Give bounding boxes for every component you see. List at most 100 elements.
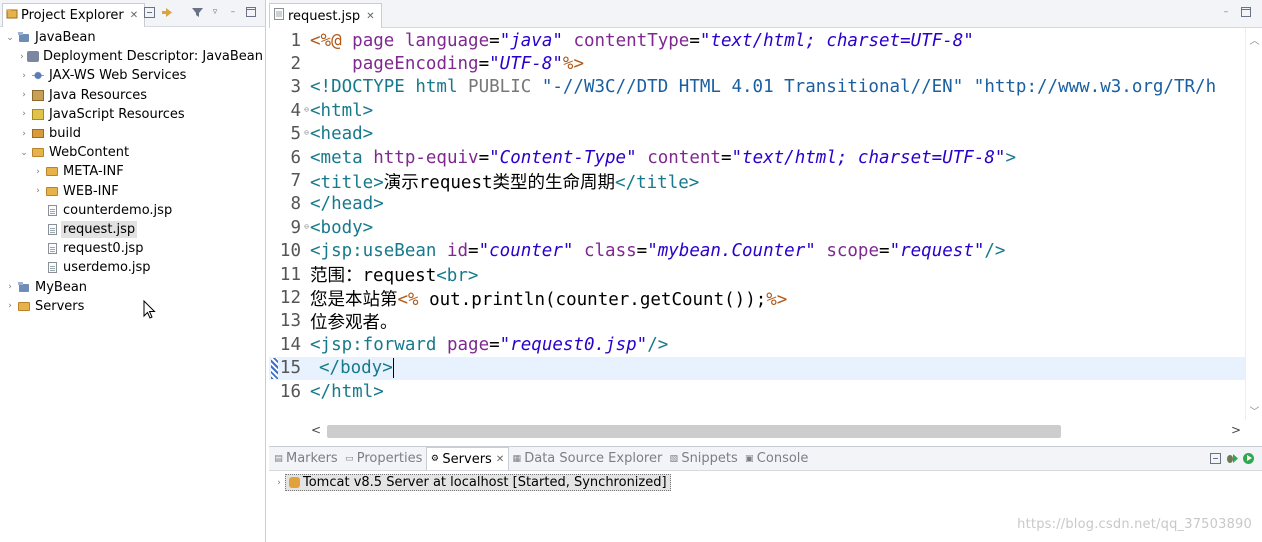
vertical-scrollbar[interactable]: ︿ ﹀ <box>1245 28 1262 420</box>
code-line[interactable]: 1 <%@ page language="java" contentType="t… <box>269 29 1245 52</box>
code-line[interactable]: 7 <title>演示request类型的生命周期</title> <box>269 169 1245 193</box>
code-token: = <box>478 54 490 75</box>
code-token: 位参观者。 <box>310 313 398 333</box>
tab-snippets[interactable]: ▧ Snippets <box>666 447 741 470</box>
close-icon[interactable]: ✕ <box>130 10 138 21</box>
tab-properties[interactable]: ▭ Properties <box>342 447 427 470</box>
tomcat-icon <box>289 477 300 488</box>
expand-icon[interactable]: › <box>18 129 30 139</box>
debug-server-icon[interactable] <box>1226 452 1238 464</box>
tree-item[interactable]: ⌄ WebContent <box>0 143 265 162</box>
start-server-icon[interactable] <box>1243 452 1254 464</box>
code-line[interactable]: 6 <meta http-equiv="Content-Type" content… <box>269 146 1245 169</box>
minimize-icon[interactable]: – <box>1220 6 1232 18</box>
build-folder-icon <box>31 128 45 140</box>
maximize-icon[interactable] <box>1240 6 1252 18</box>
server-entry[interactable]: › Tomcat v8.5 Server at localhost [Start… <box>273 473 671 492</box>
tree-item[interactable]: request.jsp <box>0 220 265 239</box>
expand-icon[interactable]: › <box>4 301 16 311</box>
line-number: 4 ⊖ <box>290 100 309 121</box>
scroll-down-icon[interactable]: ﹀ <box>1246 403 1262 418</box>
expand-icon[interactable]: › <box>32 167 44 177</box>
maximize-icon[interactable] <box>245 6 257 18</box>
expand-icon[interactable]: › <box>18 109 30 119</box>
explorer-toolbar: ▿ – <box>143 6 257 18</box>
tree-item[interactable]: counterdemo.jsp <box>0 201 265 220</box>
watermark: https://blog.csdn.net/qq_37503890 <box>1017 517 1252 532</box>
expand-icon[interactable]: › <box>32 186 44 196</box>
code-token: %> <box>562 54 584 75</box>
view-menu-icon[interactable]: ▿ <box>209 6 221 18</box>
horizontal-scrollbar[interactable]: < > <box>307 421 1245 441</box>
tree-item[interactable]: › META-INF <box>0 162 265 181</box>
tree-item[interactable]: ⌄ JavaBean <box>0 28 265 47</box>
fold-icon[interactable]: ⊖ <box>304 105 309 114</box>
tree-item[interactable]: userdemo.jsp <box>0 258 265 277</box>
tree-item[interactable]: request0.jsp <box>0 239 265 258</box>
tree-item[interactable]: › Servers <box>0 297 265 316</box>
code-line[interactable]: 4 ⊖ <html> <box>269 99 1245 122</box>
code-line[interactable]: 5 ⊖ <head> <box>269 123 1245 146</box>
close-icon[interactable]: ✕ <box>496 454 504 465</box>
code-token: </head> <box>310 194 384 215</box>
expand-icon[interactable]: › <box>18 52 26 62</box>
code-token: "text/html; charset=UTF-8" <box>699 30 974 51</box>
fold-icon[interactable]: ⊖ <box>304 222 309 231</box>
code-line[interactable]: 14 <jsp:forward page="request0.jsp"/> <box>269 333 1245 356</box>
collapse-icon[interactable]: ⌄ <box>18 148 30 158</box>
expand-icon[interactable]: › <box>273 478 285 488</box>
tree-item[interactable]: › Java Resources <box>0 86 265 105</box>
web-services-icon <box>31 70 45 82</box>
scroll-left-icon[interactable]: < <box>311 423 321 437</box>
tree-item[interactable]: › Deployment Descriptor: JavaBean <box>0 47 265 66</box>
scrollbar-thumb[interactable] <box>327 425 1061 438</box>
code-token: = <box>689 30 700 51</box>
tree-item[interactable]: › WEB-INF <box>0 182 265 201</box>
code-text: 范围：request<br> <box>303 262 478 287</box>
code-line[interactable]: 10 <jsp:useBean id="counter" class="mybea… <box>269 240 1245 263</box>
markers-icon: ▤ <box>274 453 283 464</box>
collapse-all-icon[interactable] <box>1209 452 1221 464</box>
tree-item[interactable]: › build <box>0 124 265 143</box>
code-token: "counter" <box>478 241 574 262</box>
code-line[interactable]: 13 位参观者。 <box>269 310 1245 333</box>
expand-icon[interactable]: › <box>18 90 30 100</box>
tab-markers[interactable]: ▤ Markers <box>271 447 342 470</box>
code-token: "mybean.Counter" <box>647 241 816 262</box>
code-line[interactable]: 16 </html> <box>269 380 1245 403</box>
code-line[interactable]: 3 <!DOCTYPE html PUBLIC "-//W3C//DTD HTML… <box>269 76 1245 99</box>
code-text: <jsp:forward page="request0.jsp"/> <box>303 335 668 355</box>
scroll-right-icon[interactable]: > <box>1231 423 1241 437</box>
tab-project-explorer[interactable]: Project Explorer ✕ <box>2 3 146 27</box>
close-icon[interactable]: ✕ <box>366 11 374 22</box>
collapse-icon[interactable]: ⌄ <box>4 33 16 43</box>
code-editor[interactable]: 1 <%@ page language="java" contentType="t… <box>269 28 1245 420</box>
minimize-icon[interactable]: – <box>227 6 239 18</box>
code-token: <title> <box>310 172 384 193</box>
collapse-all-icon[interactable] <box>143 6 155 18</box>
tab-request-jsp[interactable]: request.jsp ✕ <box>269 3 382 28</box>
code-line[interactable]: 8 </head> <box>269 193 1245 216</box>
link-with-editor-icon[interactable] <box>161 6 173 18</box>
tree-item[interactable]: › MyBean <box>0 277 265 296</box>
tab-servers[interactable]: ⚙ Servers ✕ <box>426 447 510 470</box>
tree-item[interactable]: › JAX-WS Web Services <box>0 66 265 85</box>
expand-icon[interactable]: › <box>18 71 30 81</box>
code-token: <!DOCTYPE html <box>310 77 469 98</box>
tree-item[interactable]: › JavaScript Resources <box>0 105 265 124</box>
code-line[interactable]: 15 </body> <box>269 356 1245 380</box>
scroll-up-icon[interactable]: ︿ <box>1246 32 1262 47</box>
code-line[interactable]: 11 范围：request<br> <box>269 262 1245 287</box>
code-line[interactable]: 9 ⊖ <body> <box>269 216 1245 239</box>
fold-icon[interactable]: ⊖ <box>304 128 309 137</box>
line-number: 1 <box>290 30 301 51</box>
expand-icon[interactable]: › <box>4 282 16 292</box>
tab-data-source-explorer[interactable]: ▦ Data Source Explorer <box>509 447 666 470</box>
filter-icon[interactable] <box>191 6 203 18</box>
code-line[interactable]: 2 pageEncoding="UTF-8"%> <box>269 52 1245 75</box>
tree-item-label: request0.jsp <box>63 241 144 257</box>
bottom-panel: ▤ Markers ▭ Properties ⚙ Servers ✕ ▦ Data Source… <box>269 446 1262 542</box>
code-line[interactable]: 12 您是本站第<% out.println(counter.getCount()… <box>269 286 1245 310</box>
line-number: 5 ⊖ <box>290 124 309 145</box>
tab-console[interactable]: ▣ Console <box>742 447 813 470</box>
